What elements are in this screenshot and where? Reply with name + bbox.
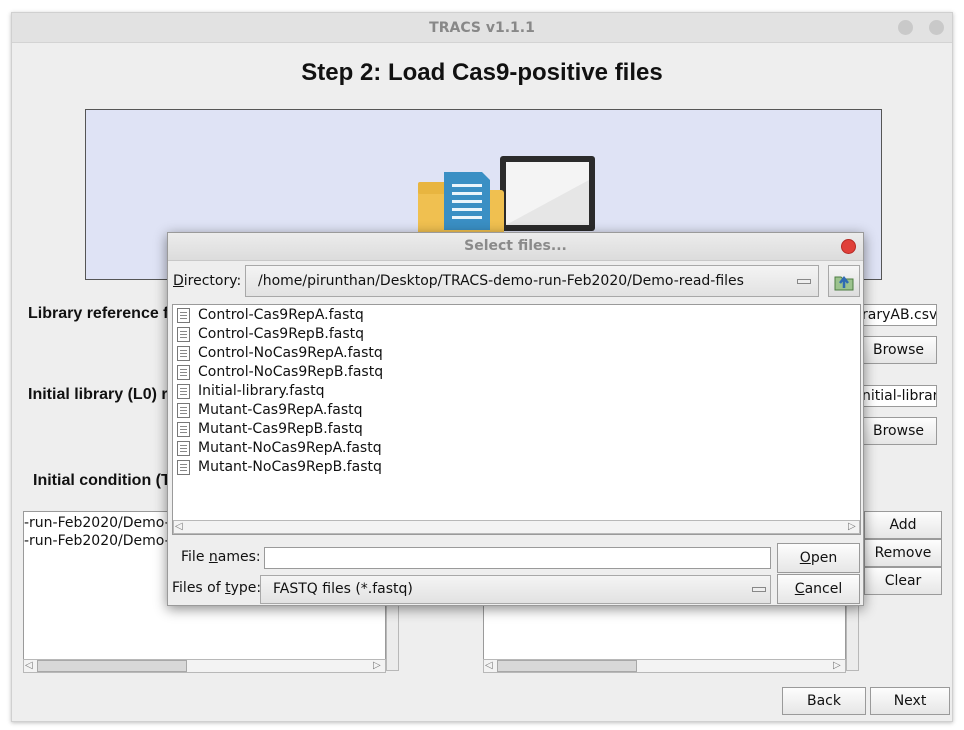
clear-button[interactable]: Clear <box>864 567 942 595</box>
directory-label-mnemonic: D <box>173 273 184 289</box>
file-list-horizontal-scrollbar[interactable]: ◁ ▷ <box>173 520 860 534</box>
files-of-type-combo[interactable]: FASTQ files (*.fastq) <box>260 575 771 604</box>
cancel-label-rest: ancel <box>804 581 843 597</box>
file-name: Mutant-NoCas9RepA.fastq <box>198 440 382 456</box>
directory-label-rest: irectory: <box>183 273 242 289</box>
file-name: Initial-library.fastq <box>198 383 325 399</box>
library-reference-field[interactable]: raryAB.csv <box>857 304 937 326</box>
cancel-mnemonic: C <box>794 581 805 597</box>
file-icon <box>177 308 190 323</box>
file-names-label-mnemonic: n <box>208 549 218 565</box>
file-names-input[interactable] <box>264 547 771 569</box>
file-list-item[interactable]: Mutant-Cas9RepB.fastq <box>174 420 854 439</box>
scrollbar-thumb[interactable] <box>497 660 637 672</box>
file-icon <box>177 365 190 380</box>
right-list-horizontal-scrollbar[interactable]: ◁ ▷ <box>483 659 846 673</box>
file-list-item[interactable]: Control-Cas9RepB.fastq <box>174 325 854 344</box>
file-name: Control-Cas9RepA.fastq <box>198 307 364 323</box>
open-label-rest: pen <box>810 550 838 566</box>
file-names-label-b: ames: <box>217 549 261 565</box>
file-names-label-a: File <box>181 549 209 565</box>
initial-condition-label: Initial condition (T <box>33 472 171 489</box>
chevron-down-icon[interactable] <box>797 279 811 284</box>
library-browse-button[interactable]: Browse <box>860 336 937 364</box>
dialog-titlebar[interactable]: Select files... <box>168 233 863 261</box>
scroll-left-arrow-icon[interactable]: ◁ <box>25 660 33 672</box>
file-icon <box>177 327 190 342</box>
file-name: Control-Cas9RepB.fastq <box>198 326 365 342</box>
step-title: Step 2: Load Cas9-positive files <box>301 59 663 86</box>
file-icon <box>177 441 190 456</box>
scrollbar-thumb[interactable] <box>37 660 187 672</box>
close-icon[interactable] <box>841 239 856 254</box>
file-list-item[interactable]: Mutant-Cas9RepA.fastq <box>174 401 854 420</box>
files-of-type-label-a: Files of <box>172 580 226 596</box>
cancel-button[interactable]: Cancel <box>777 574 860 604</box>
directory-label: Directory: <box>173 273 241 289</box>
remove-button[interactable]: Remove <box>864 539 942 567</box>
files-of-type-label-b: ype: <box>230 580 262 596</box>
files-of-type-label: Files of type: <box>172 580 261 596</box>
folder-up-icon <box>834 275 854 291</box>
scroll-right-arrow-icon[interactable]: ▷ <box>833 660 841 672</box>
library-reference-label: Library reference f <box>28 305 169 322</box>
file-list-item[interactable]: Control-NoCas9RepB.fastq <box>174 363 854 382</box>
file-icon <box>177 403 190 418</box>
maximize-button[interactable] <box>929 20 944 35</box>
back-button[interactable]: Back <box>782 687 866 715</box>
file-list-item[interactable]: Mutant-NoCas9RepA.fastq <box>174 439 854 458</box>
file-name: Control-NoCas9RepA.fastq <box>198 345 383 361</box>
scroll-left-arrow-icon[interactable]: ◁ <box>175 521 183 533</box>
file-icon <box>177 422 190 437</box>
next-button[interactable]: Next <box>870 687 950 715</box>
window-titlebar[interactable]: TRACS v1.1.1 <box>12 13 952 43</box>
add-button[interactable]: Add <box>864 511 942 539</box>
file-name: Mutant-NoCas9RepB.fastq <box>198 459 382 475</box>
dialog-title: Select files... <box>464 238 567 254</box>
file-list-item[interactable]: Mutant-NoCas9RepB.fastq <box>174 458 854 477</box>
file-list[interactable]: Control-Cas9RepA.fastq Control-Cas9RepB.f… <box>172 304 861 535</box>
chevron-down-icon[interactable] <box>752 587 766 592</box>
file-name: Mutant-Cas9RepB.fastq <box>198 421 363 437</box>
file-icon <box>177 384 190 399</box>
initial-library-label: Initial library (L0) re <box>28 386 177 403</box>
open-mnemonic: O <box>799 550 811 566</box>
file-names-label: File names: <box>181 549 261 565</box>
file-name: Control-NoCas9RepB.fastq <box>198 364 384 380</box>
initial-library-field[interactable]: nitial-librar <box>857 385 937 407</box>
directory-path: /home/pirunthan/Desktop/TRACS-demo-run-F… <box>258 273 744 289</box>
minimize-button[interactable] <box>898 20 913 35</box>
scroll-right-arrow-icon[interactable]: ▷ <box>848 521 856 533</box>
select-files-dialog: Select files... Directory: /home/pirunth… <box>167 232 864 606</box>
right-list-vertical-scrollbar[interactable] <box>846 603 859 671</box>
file-list-item[interactable]: Control-NoCas9RepA.fastq <box>174 344 854 363</box>
file-icon <box>177 346 190 361</box>
file-name: Mutant-Cas9RepA.fastq <box>198 402 363 418</box>
scroll-left-arrow-icon[interactable]: ◁ <box>485 660 493 672</box>
initial-browse-button[interactable]: Browse <box>860 417 937 445</box>
file-list-item[interactable]: Initial-library.fastq <box>174 382 854 401</box>
scroll-right-arrow-icon[interactable]: ▷ <box>373 660 381 672</box>
directory-combo[interactable]: /home/pirunthan/Desktop/TRACS-demo-run-F… <box>245 265 819 297</box>
window-title: TRACS v1.1.1 <box>429 20 535 36</box>
cas9-file-list[interactable] <box>483 603 846 660</box>
open-button[interactable]: Open <box>777 543 860 573</box>
file-list-item[interactable]: Control-Cas9RepA.fastq <box>174 306 854 325</box>
files-of-type-value: FASTQ files (*.fastq) <box>273 581 413 597</box>
left-list-horizontal-scrollbar[interactable]: ◁ ▷ <box>23 659 386 673</box>
folder-up-button[interactable] <box>828 265 860 297</box>
file-icon <box>177 460 190 475</box>
